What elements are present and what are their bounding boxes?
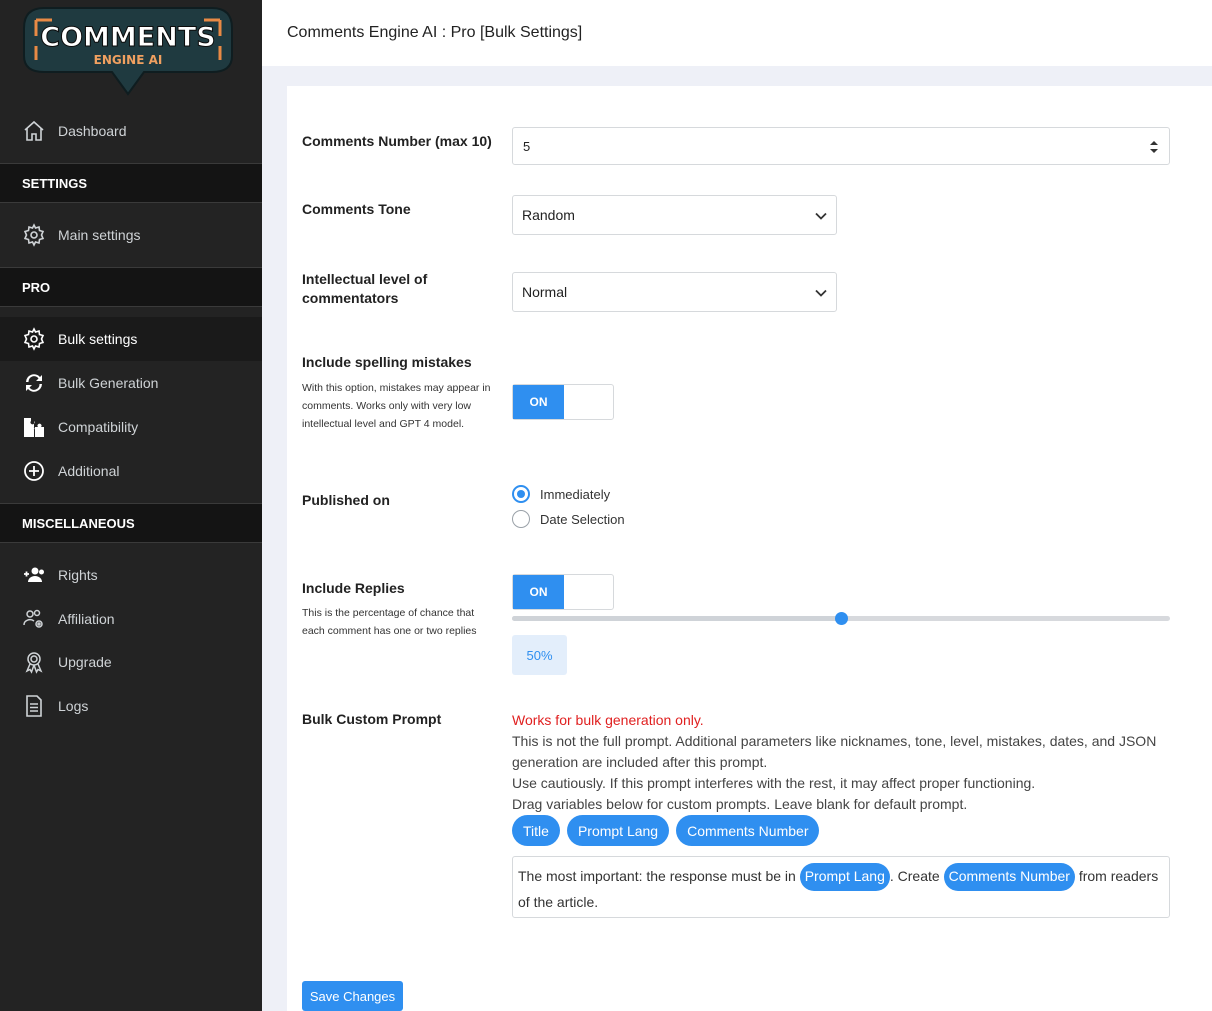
toggle-on-state: ON xyxy=(513,575,564,609)
save-changes-button[interactable]: Save Changes xyxy=(302,981,403,1011)
gear-icon xyxy=(22,327,46,351)
page-header: Comments Engine AI : Pro [Bulk Settings] xyxy=(262,0,1212,66)
intellectual-level-label: Intellectual level of commentators xyxy=(302,271,428,306)
award-badge-icon xyxy=(22,650,46,674)
section-settings: SETTINGS xyxy=(0,163,262,203)
sidebar: COMMENTS ENGINE AI Dashboard SETTINGS Ma… xyxy=(0,0,262,1011)
comments-number-label: Comments Number (max 10) xyxy=(302,133,492,149)
radio-immediately[interactable]: Immediately xyxy=(512,485,610,503)
variable-chip-prompt-lang[interactable]: Prompt Lang xyxy=(566,815,670,846)
puzzle-icon xyxy=(22,415,46,439)
logo-main-text: COMMENTS xyxy=(40,22,215,53)
spelling-mistakes-help: With this option, mistakes may appear in… xyxy=(302,382,491,430)
include-replies-label: Include Replies xyxy=(302,580,405,596)
spelling-mistakes-label: Include spelling mistakes xyxy=(302,354,472,370)
custom-prompt-line-1: This is not the full prompt. Additional … xyxy=(512,733,1157,770)
sidebar-item-dashboard[interactable]: Dashboard xyxy=(0,109,262,153)
sidebar-item-label: Logs xyxy=(58,698,89,714)
sidebar-item-label: Bulk settings xyxy=(58,331,138,347)
prompt-text-segment: . Create xyxy=(889,868,944,884)
sidebar-item-label: Compatibility xyxy=(58,419,139,435)
custom-prompt-warning: Works for bulk generation only. xyxy=(512,712,704,728)
radio-button[interactable] xyxy=(512,510,530,528)
custom-prompt-line-3: Drag variables below for custom prompts.… xyxy=(512,796,968,812)
chevron-down-icon xyxy=(815,212,827,220)
section-pro: PRO xyxy=(0,267,262,307)
logo-sub-text: ENGINE AI xyxy=(94,53,163,67)
page-title: Comments Engine AI : Pro [Bulk Settings] xyxy=(287,24,583,41)
radio-label: Immediately xyxy=(540,486,611,502)
sidebar-item-label: Bulk Generation xyxy=(58,375,159,391)
intellectual-level-select[interactable]: Normal xyxy=(512,272,837,312)
sidebar-item-label: Affiliation xyxy=(58,611,115,627)
sidebar-item-rights[interactable]: Rights xyxy=(0,553,262,597)
radio-date-selection[interactable]: Date Selection xyxy=(512,510,625,528)
include-replies-help: This is the percentage of chance that ea… xyxy=(302,607,477,637)
inserted-variable-chip[interactable]: Comments Number xyxy=(943,863,1075,891)
home-icon xyxy=(22,119,46,143)
plus-circle-icon xyxy=(22,459,46,483)
sidebar-item-label: Upgrade xyxy=(58,654,112,670)
comments-number-input[interactable]: 5 xyxy=(512,127,1170,165)
sidebar-item-upgrade[interactable]: Upgrade xyxy=(0,640,262,684)
intellectual-level-value: Normal xyxy=(522,284,568,300)
sidebar-item-main-settings[interactable]: Main settings xyxy=(0,213,262,257)
users-gear-icon xyxy=(22,607,46,631)
logo-graphic: COMMENTS ENGINE AI xyxy=(23,7,233,96)
spelling-mistakes-toggle[interactable]: ON xyxy=(512,384,614,420)
section-miscellaneous: MISCELLANEOUS xyxy=(0,503,262,543)
custom-prompt-line-2: Use cautiously. If this prompt interfere… xyxy=(512,775,1036,791)
radio-label: Date Selection xyxy=(540,511,625,527)
gear-icon xyxy=(22,223,46,247)
comments-number-value: 5 xyxy=(523,138,531,154)
sidebar-item-label: Main settings xyxy=(58,227,141,243)
radio-button[interactable] xyxy=(512,485,530,503)
sidebar-item-bulk-generation[interactable]: Bulk Generation xyxy=(0,361,262,405)
variable-chips: Title Prompt Lang Comments Number xyxy=(512,815,826,846)
app-logo[interactable]: COMMENTS ENGINE AI xyxy=(22,6,234,96)
sidebar-item-label: Rights xyxy=(58,567,98,583)
sidebar-item-label: Dashboard xyxy=(58,123,127,139)
document-icon xyxy=(22,694,46,718)
variable-chip-comments-number[interactable]: Comments Number xyxy=(676,815,820,846)
sidebar-item-affiliation[interactable]: Affiliation xyxy=(0,597,262,641)
comments-tone-value: Random xyxy=(522,207,575,223)
sidebar-item-label: Additional xyxy=(58,463,120,479)
bulk-custom-prompt-label: Bulk Custom Prompt xyxy=(302,711,442,727)
custom-prompt-editor[interactable]: The most important: the response must be… xyxy=(512,856,1170,918)
spinner-arrows-icon[interactable] xyxy=(1149,139,1159,155)
comments-tone-select[interactable]: Random xyxy=(512,195,837,235)
variable-chip-title[interactable]: Title xyxy=(512,815,560,846)
sidebar-item-logs[interactable]: Logs xyxy=(0,684,262,728)
toggle-on-state: ON xyxy=(513,385,564,419)
include-replies-toggle[interactable]: ON xyxy=(512,574,614,610)
replies-percent-badge: 50% xyxy=(512,635,567,675)
custom-prompt-description: Works for bulk generation only. This is … xyxy=(512,710,1172,815)
chevron-down-icon xyxy=(815,289,827,297)
sidebar-item-bulk-settings[interactable]: Bulk settings xyxy=(0,317,262,361)
prompt-text-segment: The most important: the response must be… xyxy=(518,868,800,884)
replies-percent-slider[interactable] xyxy=(512,612,1170,625)
comments-tone-label: Comments Tone xyxy=(302,201,411,217)
users-icon xyxy=(22,563,46,587)
slider-thumb[interactable] xyxy=(835,612,848,625)
sidebar-item-additional[interactable]: Additional xyxy=(0,449,262,493)
inserted-variable-chip[interactable]: Prompt Lang xyxy=(799,863,890,891)
sidebar-item-compatibility[interactable]: Compatibility xyxy=(0,405,262,449)
refresh-arrows-icon xyxy=(22,371,46,395)
published-on-label: Published on xyxy=(302,492,390,508)
slider-fill xyxy=(512,616,841,621)
